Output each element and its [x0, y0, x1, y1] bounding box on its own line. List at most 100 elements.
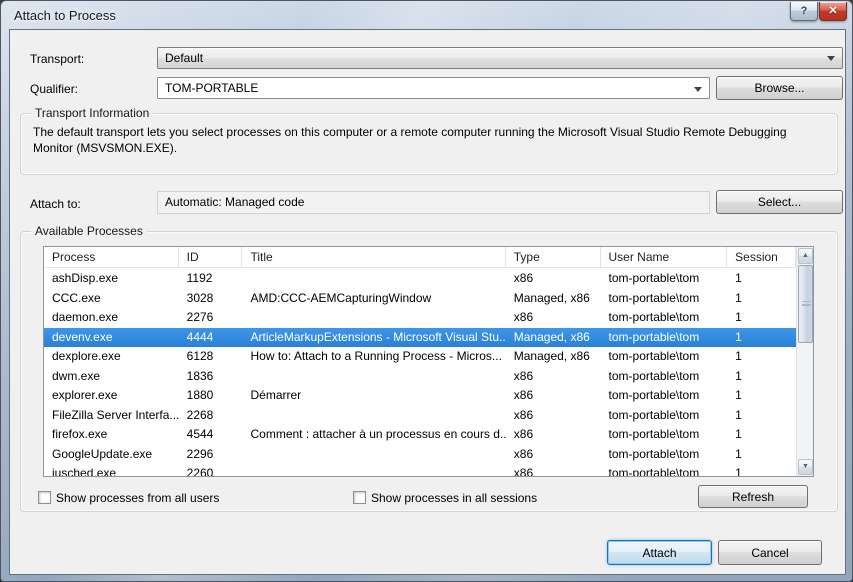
column-header-type[interactable]: Type [506, 247, 601, 267]
attach-to-label: Attach to: [30, 197, 81, 211]
process-row[interactable]: daemon.exe2276 x86tom-portable\tom1 [44, 308, 796, 328]
attach-button[interactable]: Attach [607, 540, 712, 565]
browse-button[interactable]: Browse... [716, 76, 843, 100]
transport-info-group: Transport Information The default transp… [20, 113, 838, 175]
dialog-body: Transport: Default Qualifier: TOM-PORTAB… [9, 29, 846, 575]
cell-user-name: tom-portable\tom [601, 308, 728, 327]
cell-session: 1 [727, 445, 796, 464]
cell-id: 4544 [179, 425, 243, 444]
cell-session: 1 [727, 308, 796, 327]
cell-process: devenv.exe [44, 328, 179, 347]
column-header-id[interactable]: ID [179, 247, 243, 267]
cell-type: x86 [506, 406, 601, 425]
cancel-button[interactable]: Cancel [718, 540, 822, 565]
process-row[interactable]: dexplore.exe6128How to: Attach to a Runn… [44, 347, 796, 367]
close-icon: ✕ [828, 5, 837, 17]
transport-value: Default [165, 51, 203, 65]
cell-user-name: tom-portable\tom [601, 425, 728, 444]
chevron-down-icon [694, 87, 702, 92]
select-button[interactable]: Select... [716, 190, 843, 214]
scrollbar-up-button[interactable]: ▲ [798, 248, 813, 264]
cell-id: 2260 [179, 464, 243, 476]
cell-process: explorer.exe [44, 386, 179, 405]
attach-to-value: Automatic: Managed code [165, 195, 304, 209]
qualifier-label: Qualifier: [30, 82, 78, 96]
cell-user-name: tom-portable\tom [601, 445, 728, 464]
process-row[interactable]: ashDisp.exe1192x86tom-portable\tom1 [44, 269, 796, 289]
qualifier-combobox[interactable]: TOM-PORTABLE [157, 77, 710, 99]
cell-id: 6128 [179, 347, 243, 366]
show-all-sessions-checkbox[interactable] [353, 491, 366, 504]
chevron-down-icon [827, 56, 835, 61]
scrollbar-down-button[interactable]: ▼ [798, 459, 813, 475]
cell-type: x86 [506, 308, 601, 327]
cell-user-name: tom-portable\tom [601, 289, 728, 308]
process-row[interactable]: CCC.exe3028AMD:CCC-AEMCapturingWindowMan… [44, 289, 796, 309]
cell-type: Managed, x86 [506, 289, 601, 308]
process-row[interactable]: explorer.exe1880Démarrerx86tom-portable\… [44, 386, 796, 406]
cell-title: ArticleMarkupExtensions - Microsoft Visu… [242, 328, 505, 347]
cell-session: 1 [727, 347, 796, 366]
transport-dropdown[interactable]: Default [157, 47, 843, 69]
scrollbar-thumb[interactable] [798, 265, 813, 343]
process-row[interactable]: GoogleUpdate.exe2296x86tom-portable\tom1 [44, 445, 796, 465]
cell-process: GoogleUpdate.exe [44, 445, 179, 464]
cell-user-name: tom-portable\tom [601, 464, 728, 476]
process-row[interactable]: jusched.exe2260x86tom-portable\tom1 [44, 464, 796, 476]
attach-to-field[interactable]: Automatic: Managed code [157, 191, 710, 214]
cell-user-name: tom-portable\tom [601, 347, 728, 366]
scrollbar-grip-icon [802, 301, 811, 306]
cell-type: Managed, x86 [506, 328, 601, 347]
cell-session: 1 [727, 406, 796, 425]
cell-id: 1192 [179, 269, 243, 288]
process-row[interactable]: devenv.exe4444ArticleMarkupExtensions - … [44, 328, 796, 348]
vertical-scrollbar[interactable]: ▲ ▼ [796, 247, 813, 476]
help-icon: ? [801, 5, 808, 17]
cell-title: Démarrer [242, 386, 505, 405]
cell-id: 2276 [179, 308, 243, 327]
titlebar[interactable]: Attach to Process ? ✕ [1, 1, 852, 29]
cell-title: How to: Attach to a Running Process - Mi… [242, 347, 505, 366]
cell-type: Managed, x86 [506, 347, 601, 366]
cell-process: FileZilla Server Interfa... [44, 406, 179, 425]
cell-id: 4444 [179, 328, 243, 347]
refresh-button[interactable]: Refresh [698, 485, 808, 508]
cell-title: Comment : attacher à un processus en cou… [242, 425, 505, 444]
cell-process: jusched.exe [44, 464, 179, 476]
cell-session: 1 [727, 425, 796, 444]
cell-type: x86 [506, 425, 601, 444]
process-table-header: ProcessIDTitleTypeUser NameSession [44, 247, 796, 268]
cell-process: CCC.exe [44, 289, 179, 308]
transport-label: Transport: [30, 52, 84, 66]
cell-session: 1 [727, 367, 796, 386]
close-button[interactable]: ✕ [819, 2, 847, 21]
transport-info-title: Transport Information [31, 106, 153, 120]
process-row[interactable]: FileZilla Server Interfa...2268x86tom-po… [44, 406, 796, 426]
cell-session: 1 [727, 386, 796, 405]
show-all-users-label[interactable]: Show processes from all users [56, 491, 219, 505]
cell-id: 3028 [179, 289, 243, 308]
cell-user-name: tom-portable\tom [601, 367, 728, 386]
cell-process: daemon.exe [44, 308, 179, 327]
qualifier-value: TOM-PORTABLE [165, 81, 258, 95]
column-header-title[interactable]: Title [242, 247, 505, 267]
transport-info-text: The default transport lets you select pr… [33, 124, 829, 156]
help-button[interactable]: ? [790, 2, 818, 21]
column-header-process[interactable]: Process [44, 247, 179, 267]
cell-id: 2268 [179, 406, 243, 425]
cell-title: AMD:CCC-AEMCapturingWindow [242, 289, 505, 308]
column-header-session[interactable]: Session [727, 247, 796, 267]
process-row[interactable]: firefox.exe4544Comment : attacher à un p… [44, 425, 796, 445]
show-all-users-checkbox[interactable] [38, 491, 51, 504]
window-title: Attach to Process [14, 8, 116, 23]
process-table: ProcessIDTitleTypeUser NameSession ashDi… [43, 246, 814, 477]
cell-process: firefox.exe [44, 425, 179, 444]
column-header-user-name[interactable]: User Name [601, 247, 728, 267]
process-row[interactable]: dwm.exe1836x86tom-portable\tom1 [44, 367, 796, 387]
available-processes-group: Available Processes ProcessIDTitleTypeUs… [20, 231, 838, 512]
available-processes-title: Available Processes [31, 224, 147, 238]
cell-id: 1880 [179, 386, 243, 405]
show-all-sessions-label[interactable]: Show processes in all sessions [371, 491, 537, 505]
cell-id: 1836 [179, 367, 243, 386]
cell-type: x86 [506, 386, 601, 405]
